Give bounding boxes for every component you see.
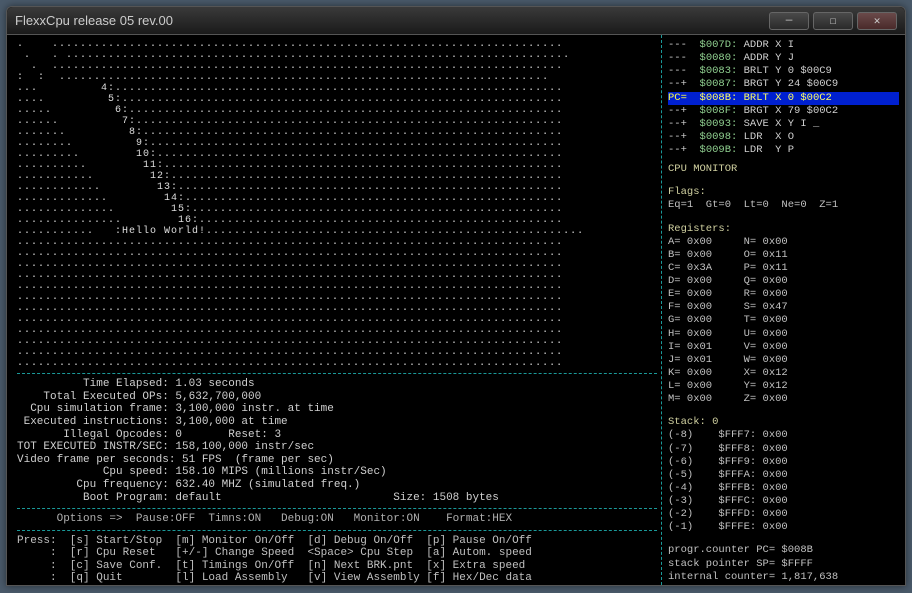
right-pane: --- $007D: ADDR X I--- $0080: ADDR Y J--… [662, 35, 905, 585]
disasm-line: --- $0080: ADDR Y J [668, 52, 899, 65]
disasm-line: --- $007D: ADDR X I [668, 39, 899, 52]
key-help: Press: [s] Start/Stop [m] Monitor On/Off… [17, 535, 657, 586]
monitor-title: CPU MONITOR [668, 163, 899, 176]
stack-table: (-8) $FFF7: 0x00 (-7) $FFF8: 0x00 (-6) $… [668, 429, 899, 534]
disasm-line: --- $0083: BRLT Y 0 $00C9 [668, 65, 899, 78]
disasm-line: --+ $0087: BRGT Y 24 $00C9 [668, 78, 899, 91]
divider [17, 530, 657, 531]
titlebar[interactable]: FlexxCpu release 05 rev.00 — ☐ ✕ [7, 7, 905, 35]
program-counter: progr.counter PC= $008B [668, 544, 899, 557]
flags-values: Eq=1 Gt=0 Lt=0 Ne=0 Z=1 [668, 199, 899, 212]
disassembly: --- $007D: ADDR X I--- $0080: ADDR Y J--… [668, 39, 899, 157]
minimize-button[interactable]: — [769, 12, 809, 30]
maximize-button[interactable]: ☐ [813, 12, 853, 30]
disasm-line: --+ $008F: BRGT X 79 $00C2 [668, 105, 899, 118]
disasm-line: --+ $009B: LDR Y P [668, 144, 899, 157]
content-area: . ......................................… [7, 35, 905, 585]
disasm-line: --+ $0093: SAVE X Y I _ [668, 118, 899, 131]
flags-label: Flags: [668, 186, 899, 199]
registers-table: A= 0x00 N= 0x00 B= 0x00 O= 0x11 C= 0x3A … [668, 236, 899, 407]
left-pane: . ......................................… [7, 35, 662, 585]
registers-label: Registers: [668, 223, 899, 236]
disasm-line: PC= $008B: BRLT X 0 $00C2 [668, 92, 899, 105]
video-display: . ......................................… [17, 39, 657, 369]
stack-label: Stack: 0 [668, 416, 899, 429]
window-title: FlexxCpu release 05 rev.00 [15, 13, 765, 28]
stack-pointer: stack pointer SP= $FFFF [668, 558, 899, 571]
divider [17, 508, 657, 509]
close-button[interactable]: ✕ [857, 12, 897, 30]
stats-block: Time Elapsed: 1.03 seconds Total Execute… [17, 378, 657, 504]
options-row: Options => Pause:OFF Timns:ON Debug:ON M… [17, 513, 657, 525]
disasm-line: --+ $0098: LDR X O [668, 131, 899, 144]
app-window: FlexxCpu release 05 rev.00 — ☐ ✕ . .....… [6, 6, 906, 586]
divider [17, 373, 657, 374]
internal-counter: internal counter= 1,817,638 [668, 571, 899, 584]
